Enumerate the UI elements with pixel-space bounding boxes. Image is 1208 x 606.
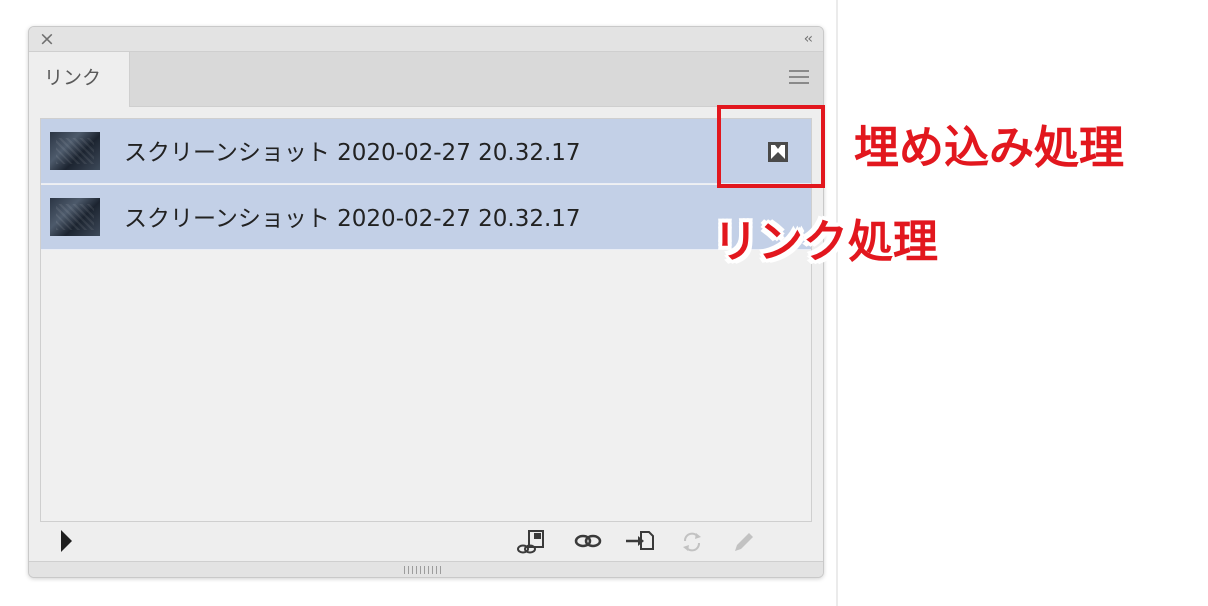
panel-titlebar: × ‹‹ — [29, 27, 823, 52]
close-icon[interactable]: × — [37, 27, 57, 50]
edit-original-icon[interactable] — [727, 527, 761, 557]
embed-annotation: 埋め込み処理 — [854, 121, 1125, 174]
panel-tabstrip: リンク — [29, 52, 823, 107]
link-annotation: リンク処理 — [713, 215, 939, 268]
relink-from-cc-libraries-icon[interactable] — [515, 527, 549, 557]
panel-resize-handle[interactable] — [29, 561, 823, 577]
links-panel: × ‹‹ リンク スクリーンショット 2020-02-27 20.32.17 ス… — [28, 26, 824, 578]
show-link-info-icon[interactable] — [61, 530, 72, 552]
link-row[interactable]: スクリーンショット 2020-02-27 20.32.17 — [41, 185, 811, 250]
link-name: スクリーンショット 2020-02-27 20.32.17 — [124, 206, 581, 232]
update-link-icon[interactable] — [675, 527, 709, 557]
collapse-panel-icon[interactable]: ‹‹ — [804, 28, 813, 50]
embed-highlight-box — [717, 105, 825, 188]
grip-icon — [404, 566, 444, 574]
link-thumbnail — [50, 198, 100, 236]
go-to-link-icon[interactable] — [623, 527, 657, 557]
link-name: スクリーンショット 2020-02-27 20.32.17 — [124, 140, 581, 166]
relink-icon[interactable] — [571, 527, 605, 557]
tab-links[interactable]: リンク — [29, 52, 130, 107]
divider-line — [836, 0, 838, 606]
link-thumbnail — [50, 132, 100, 170]
link-row[interactable]: スクリーンショット 2020-02-27 20.32.17 — [41, 119, 811, 184]
panel-menu-icon[interactable] — [789, 70, 809, 84]
stage: × ‹‹ リンク スクリーンショット 2020-02-27 20.32.17 ス… — [0, 0, 1208, 606]
links-list: スクリーンショット 2020-02-27 20.32.17 スクリーンショット … — [40, 118, 812, 522]
panel-toolbar — [29, 527, 823, 560]
